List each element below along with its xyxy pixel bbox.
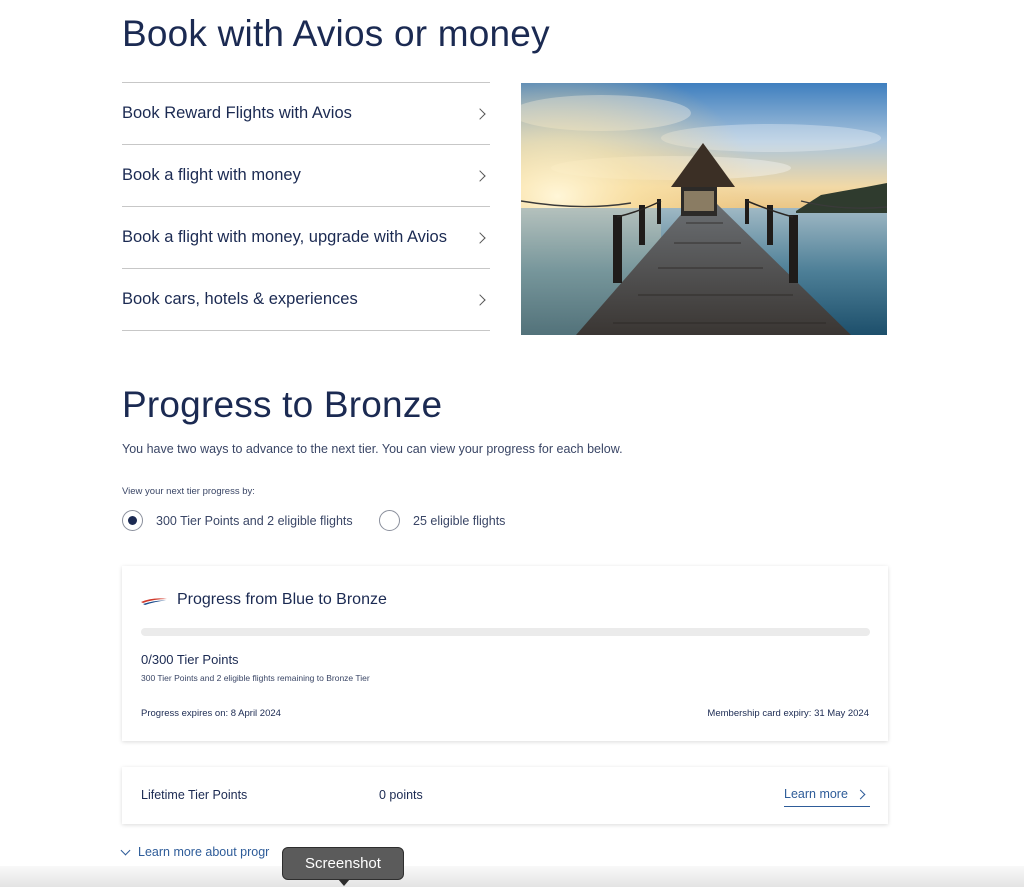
- radio-eligible-flights-option[interactable]: 25 eligible flights: [379, 510, 505, 531]
- book-flight-upgrade-link[interactable]: Book a flight with money, upgrade with A…: [122, 207, 490, 269]
- chevron-right-icon: [474, 231, 486, 244]
- progress-intro-text: You have two ways to advance to the next…: [122, 442, 623, 456]
- radio-tier-points-option[interactable]: 300 Tier Points and 2 eligible flights: [122, 510, 353, 531]
- radio-label: 25 eligible flights: [413, 513, 506, 528]
- tier-progress-card: Progress from Blue to Bronze 0/300 Tier …: [122, 566, 888, 741]
- book-option-label: Book a flight with money, upgrade with A…: [122, 228, 447, 246]
- chevron-right-icon: [474, 107, 486, 120]
- chevron-right-icon: [855, 789, 866, 800]
- chevron-down-icon: [120, 845, 131, 855]
- chevron-right-icon: [474, 293, 486, 306]
- lifetime-points-label: Lifetime Tier Points: [141, 788, 248, 802]
- lifetime-points-value: 0 points: [379, 788, 423, 802]
- progress-expiry-text: Progress expires on: 8 April 2024: [141, 708, 281, 719]
- book-option-label: Book cars, hotels & experiences: [122, 290, 358, 308]
- tier-progress-bar: [141, 628, 870, 636]
- lifetime-tier-points-card: Lifetime Tier Points 0 points Learn more: [122, 767, 888, 824]
- radio-label: 300 Tier Points and 2 eligible flights: [156, 513, 353, 528]
- book-cars-hotels-link[interactable]: Book cars, hotels & experiences: [122, 269, 490, 331]
- ba-speedmarque-icon: [141, 598, 167, 605]
- screenshot-tooltip: Screenshot: [282, 847, 404, 886]
- progress-card-title: Progress from Blue to Bronze: [177, 591, 387, 608]
- learn-more-about-label: Learn more about progr: [138, 845, 270, 859]
- remaining-text: 300 Tier Points and 2 eligible flights r…: [141, 673, 370, 683]
- progress-section-title: Progress to Bronze: [122, 384, 443, 425]
- book-reward-flights-link[interactable]: Book Reward Flights with Avios: [122, 83, 490, 145]
- tooltip-pointer: [338, 879, 350, 886]
- learn-more-link[interactable]: Learn more: [784, 787, 870, 807]
- card-expiry-text: Membership card expiry: 31 May 2024: [707, 708, 869, 719]
- learn-more-label: Learn more: [784, 787, 848, 801]
- book-flight-money-link[interactable]: Book a flight with money: [122, 145, 490, 207]
- view-by-label: View your next tier progress by:: [122, 486, 255, 497]
- book-section-title: Book with Avios or money: [122, 13, 550, 54]
- tooltip-label: Screenshot: [305, 855, 381, 872]
- bottom-edge: [0, 866, 1024, 887]
- tier-points-count: 0/300 Tier Points: [141, 652, 239, 667]
- book-option-label: Book a flight with money: [122, 166, 301, 184]
- radio-unselected-icon[interactable]: [379, 510, 400, 531]
- book-option-label: Book Reward Flights with Avios: [122, 104, 352, 122]
- chevron-right-icon: [474, 169, 486, 182]
- book-options-list: Book Reward Flights with Avios Book a fl…: [122, 82, 490, 331]
- learn-more-about-progress-toggle[interactable]: Learn more about progr: [120, 845, 270, 859]
- radio-selected-icon[interactable]: [122, 510, 143, 531]
- jetty-sunset-image: [521, 83, 887, 335]
